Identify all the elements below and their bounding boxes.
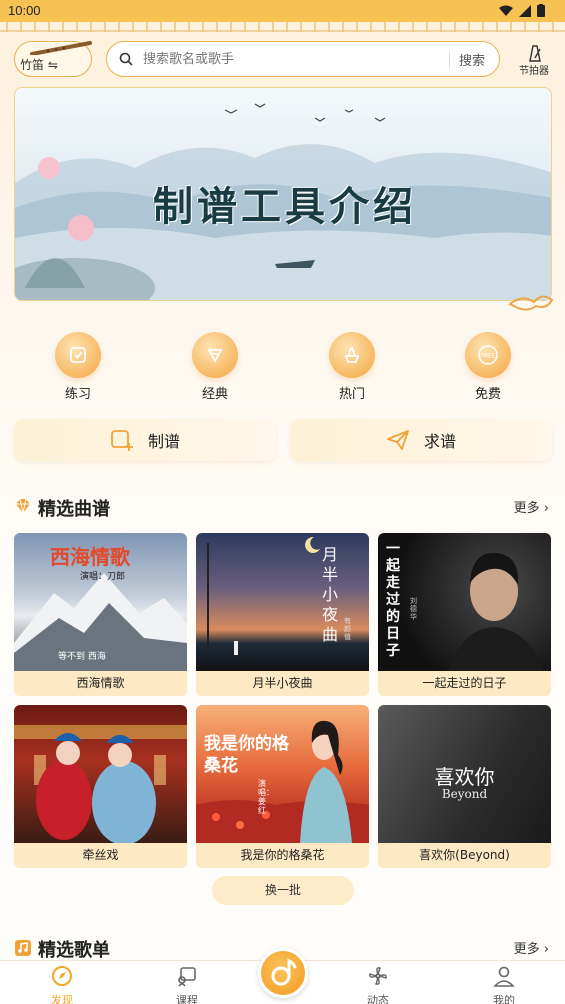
practice-icon <box>55 332 101 378</box>
cover-subtitle: Beyond <box>441 787 488 801</box>
status-time: 10:00 <box>8 3 41 18</box>
category-practice[interactable]: 练习 <box>38 332 118 402</box>
compose-button[interactable]: 制谱 <box>14 419 276 461</box>
search-bar[interactable]: 搜索 <box>106 41 500 77</box>
category-label: 热门 <box>338 387 365 402</box>
decorative-line <box>0 30 565 32</box>
hot-icon <box>329 332 375 378</box>
category-label: 免费 <box>474 387 501 402</box>
battery-icon <box>537 4 545 17</box>
cover-title: 一起走过的日子 <box>386 541 400 659</box>
status-icons <box>499 4 545 17</box>
nav-course[interactable]: 课程 <box>157 965 217 1004</box>
score-card[interactable]: 西海情歌 演唱：刀郎 等不到 西海 西海情歌 <box>14 533 187 696</box>
metronome-label: 节拍器 <box>519 66 549 77</box>
status-bar: 10:00 <box>0 0 565 22</box>
music-note-icon <box>271 958 297 986</box>
profile-icon <box>493 966 515 987</box>
feed-icon <box>369 967 387 985</box>
cover-subtitle: 刘德华 <box>410 597 417 621</box>
score-cover <box>14 705 187 843</box>
search-input[interactable] <box>143 49 443 69</box>
cover-title: 我是你的格桑花 <box>204 734 289 776</box>
signal-icon <box>519 4 531 17</box>
gem-icon <box>16 498 30 514</box>
category-label: 经典 <box>201 387 228 402</box>
nav-label: 发现 <box>51 994 73 1004</box>
score-cover: 一起走过的日子 刘德华 <box>378 533 551 671</box>
cover-title: 西海情歌 <box>50 545 130 569</box>
score-title: 月半小夜曲 <box>196 671 369 696</box>
compose-label: 制谱 <box>147 432 180 451</box>
category-free[interactable]: FREE 免费 <box>448 332 528 402</box>
score-title: 一起走过的日子 <box>378 671 551 696</box>
score-cover: 西海情歌 演唱：刀郎 等不到 西海 <box>14 533 187 671</box>
classic-icon <box>192 332 238 378</box>
featured-playlists-title: 精选歌单 <box>38 940 110 961</box>
request-score-button[interactable]: 求谱 <box>290 419 552 461</box>
refresh-button[interactable]: 换一批 <box>212 876 354 905</box>
search-divider <box>449 52 450 68</box>
wifi-icon <box>499 5 513 16</box>
banner-title: 制谱工具介绍 <box>153 183 417 230</box>
featured-playlists-more-link[interactable]: 更多 › <box>514 938 549 957</box>
category-classic[interactable]: 经典 <box>175 332 255 402</box>
free-icon: FREE <box>465 332 511 378</box>
instrument-label: 竹笛 ⇋ <box>20 58 58 72</box>
score-card[interactable]: 一起走过的日子 刘德华 一起走过的日子 <box>378 533 551 696</box>
cloud-ornament-icon <box>508 295 554 311</box>
cover-caption: 等不到 西海 <box>58 652 106 662</box>
cover-subtitle: 演唱：姜红 <box>258 779 274 815</box>
score-card[interactable]: 喜欢你 Beyond 喜欢你(Beyond) <box>378 705 551 868</box>
moon-night-illustration <box>207 536 320 655</box>
score-title: 我是你的格桑花 <box>196 843 369 868</box>
search-button[interactable]: 搜索 <box>459 50 485 69</box>
cover-subtitle: 演唱：刀郎 <box>80 572 126 582</box>
request-label: 求谱 <box>423 432 456 451</box>
score-title: 牵丝戏 <box>14 843 187 868</box>
playlist-icon <box>15 940 31 956</box>
score-title: 西海情歌 <box>14 671 187 696</box>
nav-label: 我的 <box>493 994 515 1004</box>
featured-scores-title: 精选曲谱 <box>38 499 110 520</box>
free-badge: FREE <box>480 353 495 360</box>
discover-icon <box>52 966 72 986</box>
promo-banner[interactable]: 制谱工具介绍 <box>14 87 552 301</box>
request-icon <box>387 430 409 450</box>
featured-scores-more-link[interactable]: 更多 › <box>514 497 549 516</box>
nav-profile[interactable]: 我的 <box>474 965 534 1004</box>
cover-title: 喜欢你 <box>434 765 495 789</box>
nav-label: 动态 <box>367 994 389 1004</box>
score-card[interactable]: 月半小夜曲 有颜值 月半小夜曲 <box>196 533 369 696</box>
compose-icon <box>111 430 133 451</box>
search-icon <box>119 52 133 66</box>
score-card[interactable]: 牵丝戏 <box>14 705 187 868</box>
nav-feed[interactable]: 动态 <box>348 965 408 1004</box>
category-label: 练习 <box>64 387 91 402</box>
course-icon <box>178 967 196 987</box>
score-title: 喜欢你(Beyond) <box>378 843 551 868</box>
score-cover: 喜欢你 Beyond <box>378 705 551 843</box>
play-center-button[interactable] <box>258 948 308 998</box>
nav-discover[interactable]: 发现 <box>32 965 92 1004</box>
opera-illustration <box>14 725 187 843</box>
score-card[interactable]: 我是你的格桑花 演唱：姜红 我是你的格桑花 <box>196 705 369 868</box>
metronome-icon <box>529 45 541 62</box>
category-hot[interactable]: 热门 <box>312 332 392 402</box>
cover-title: 月半小夜曲 <box>322 545 339 644</box>
cover-subtitle: 有颜值 <box>344 617 351 641</box>
score-cover: 我是你的格桑花 演唱：姜红 <box>196 705 369 843</box>
score-cover: 月半小夜曲 有颜值 <box>196 533 369 671</box>
flute-icon <box>30 41 92 55</box>
nav-label: 课程 <box>176 994 198 1004</box>
